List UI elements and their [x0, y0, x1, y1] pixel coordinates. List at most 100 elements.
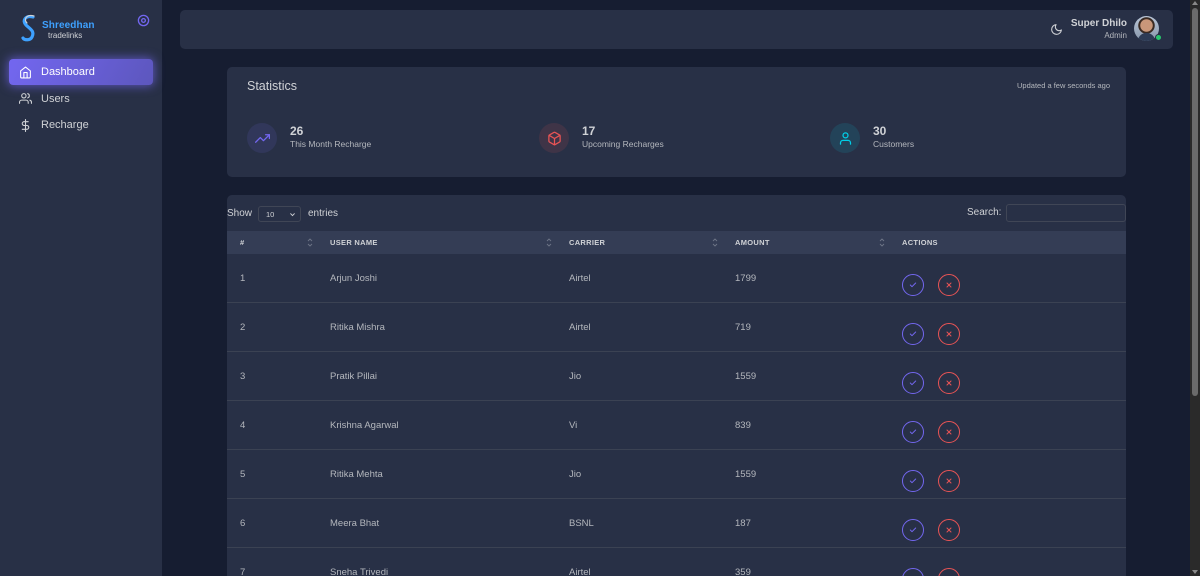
stat-label: Customers [873, 139, 915, 149]
dollar-sign-icon [19, 118, 32, 132]
scroll-down-arrow-icon[interactable] [1192, 570, 1198, 574]
table-row: 3 Pratik Pillai Jio 1559 [227, 352, 1126, 401]
sort-icon[interactable] [879, 237, 885, 248]
reject-button[interactable] [938, 519, 960, 541]
check-icon [909, 282, 917, 288]
approve-button[interactable] [902, 323, 924, 345]
close-icon [946, 527, 952, 533]
sidebar-nav: Dashboard Users Recharge [9, 59, 153, 139]
user-name[interactable]: Super Dhilo [1071, 18, 1127, 29]
page-scrollbar[interactable] [1190, 0, 1200, 576]
cell-number: 1 [240, 273, 246, 284]
moon-icon[interactable] [1050, 23, 1063, 36]
check-icon [909, 527, 917, 533]
approve-button[interactable] [902, 519, 924, 541]
users-icon [19, 92, 32, 105]
cell-number: 4 [240, 420, 246, 431]
check-icon [909, 478, 917, 484]
reject-button[interactable] [938, 568, 960, 576]
cell-carrier: BSNL [569, 518, 594, 529]
chevron-down-icon [290, 213, 295, 217]
column-header-user-name[interactable]: USER NAME [330, 238, 378, 247]
table-row: 1 Arjun Joshi Airtel 1799 [227, 254, 1126, 303]
top-navbar: Super Dhilo Admin [180, 10, 1173, 49]
show-label: Show [227, 208, 253, 219]
reject-button[interactable] [938, 323, 960, 345]
stat-value: 30 [873, 124, 887, 138]
sidebar-item-label: Recharge [41, 119, 89, 131]
sidebar-item-recharge[interactable]: Recharge [9, 112, 153, 138]
cell-amount: 719 [735, 322, 751, 333]
home-icon [19, 66, 32, 79]
column-header-carrier[interactable]: CARRIER [569, 238, 605, 247]
cell-number: 7 [240, 567, 246, 576]
table-row: 2 Ritika Mishra Airtel 719 [227, 303, 1126, 352]
check-icon [909, 380, 917, 386]
table-row: 7 Sneha Trivedi Airtel 359 [227, 548, 1126, 576]
cell-amount: 1559 [735, 469, 757, 480]
cell-carrier: Airtel [569, 322, 591, 333]
approve-button[interactable] [902, 372, 924, 394]
close-icon [946, 380, 952, 386]
statistics-updated: Updated a few seconds ago [1017, 81, 1110, 90]
cell-amount: 1799 [735, 273, 757, 284]
user-role: Admin [1104, 31, 1127, 40]
entries-select[interactable]: 10 [258, 206, 301, 222]
approve-button[interactable] [902, 274, 924, 296]
sort-icon[interactable] [546, 237, 552, 248]
search-input[interactable] [1006, 204, 1126, 222]
reject-button[interactable] [938, 372, 960, 394]
recharge-table-card: Show 10 entries Search: # USER NAME CARR… [227, 195, 1126, 576]
close-icon [946, 282, 952, 288]
table-row: 4 Krishna Agarwal Vi 839 [227, 401, 1126, 450]
search-label: Search: [967, 207, 1002, 218]
cell-amount: 359 [735, 567, 751, 576]
cell-user-name: Ritika Mehta [330, 469, 383, 480]
cell-carrier: Jio [569, 469, 582, 480]
cell-carrier: Jio [569, 371, 582, 382]
table-header: # USER NAME CARRIER AMOUNT ACTIONS [227, 231, 1126, 254]
check-icon [909, 429, 917, 435]
cell-carrier: Vi [569, 420, 578, 431]
sort-icon[interactable] [307, 237, 313, 248]
scroll-up-arrow-icon[interactable] [1192, 1, 1198, 5]
column-header-actions: ACTIONS [902, 238, 938, 247]
reject-button[interactable] [938, 470, 960, 492]
column-header-amount[interactable]: AMOUNT [735, 238, 770, 247]
cell-amount: 187 [735, 518, 751, 529]
scrollbar-thumb[interactable] [1192, 8, 1198, 396]
sidebar-item-dashboard[interactable]: Dashboard [9, 59, 153, 85]
close-icon [946, 331, 952, 337]
cell-amount: 839 [735, 420, 751, 431]
reject-button[interactable] [938, 274, 960, 296]
collapse-toggle-icon[interactable] [137, 14, 150, 27]
approve-button[interactable] [902, 568, 924, 576]
entries-label: entries [308, 208, 339, 219]
box-icon [539, 123, 569, 153]
sidebar-item-label: Users [41, 92, 70, 105]
stat-label: Upcoming Recharges [582, 139, 664, 149]
cell-user-name: Sneha Trivedi [330, 567, 389, 576]
sidebar-item-users[interactable]: Users [9, 86, 153, 112]
cell-user-name: Krishna Agarwal [330, 420, 399, 431]
brand[interactable]: Shreedhan tradelinks [20, 14, 150, 44]
table-body: 1 Arjun Joshi Airtel 1799 2 Ritika Mishr… [227, 254, 1126, 576]
cell-number: 6 [240, 518, 246, 529]
brand-name: Shreedhan [42, 20, 95, 31]
brand-logo-icon [21, 14, 35, 42]
sidebar-item-label: Dashboard [41, 66, 95, 78]
sort-icon[interactable] [712, 237, 718, 248]
statistics-card: Statistics Updated a few seconds ago 26 … [227, 67, 1126, 177]
column-header-number[interactable]: # [240, 238, 244, 247]
cell-number: 2 [240, 322, 246, 333]
entries-value: 10 [266, 210, 275, 219]
approve-button[interactable] [902, 470, 924, 492]
approve-button[interactable] [902, 421, 924, 443]
reject-button[interactable] [938, 421, 960, 443]
cell-user-name: Arjun Joshi [330, 273, 377, 284]
table-row: 5 Ritika Mehta Jio 1559 [227, 450, 1126, 499]
brand-subtitle: tradelinks [48, 31, 83, 40]
sidebar: Shreedhan tradelinks Dashboard Users Rec… [0, 0, 162, 576]
close-icon [946, 429, 952, 435]
statistics-title: Statistics [247, 79, 298, 93]
